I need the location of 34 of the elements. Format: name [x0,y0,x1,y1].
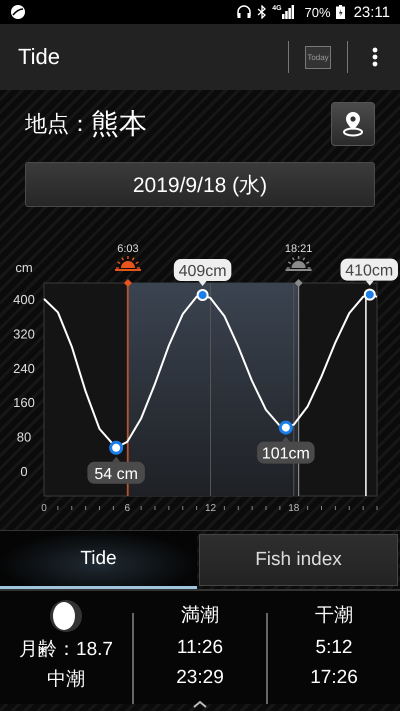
tide-time: 17:26 [310,666,358,690]
column-title: 満潮 [181,604,219,628]
axis-label: 18 [288,503,300,514]
annotation: 54 cm [94,466,138,483]
tide-time: 5:12 [316,636,352,660]
tide-time: 11:26 [176,636,224,660]
annotation: 101cm [262,446,310,463]
axis-label: 80 [16,430,32,445]
annotation: 410cm [345,262,394,280]
tide-time: 23:29 [176,666,224,690]
tide-label: 101cm [257,436,315,464]
axis-label: 400 [13,292,35,307]
moon-age: 月齢：18.7 [19,638,113,662]
clock: 23:11 [354,4,390,20]
sun-time: 18:21 [284,243,312,255]
axis-label: 6 [124,503,130,514]
axis-label: 12 [204,503,216,514]
axis-label: 0 [20,464,28,480]
axis-label: 320 [13,326,35,342]
annotation: 409cm [178,263,227,280]
tide-label: 409cm [174,259,232,286]
sun-time: 6:03 [117,243,139,255]
tide-label: 54 cm [87,456,145,484]
tide-type: 中潮 [47,668,85,692]
battery-percent: 70% [304,4,331,20]
app-title: Tide [18,44,60,70]
axis-label: 0 [41,503,47,514]
axis-label: 240 [13,360,35,376]
location-name: 熊本 [91,107,147,141]
location-label: 地点： [25,110,91,138]
tide-label: 410cm [340,258,398,286]
axis-unit: cm [15,260,33,275]
column-title: 干潮 [315,604,353,628]
axis-label: 160 [13,395,35,410]
